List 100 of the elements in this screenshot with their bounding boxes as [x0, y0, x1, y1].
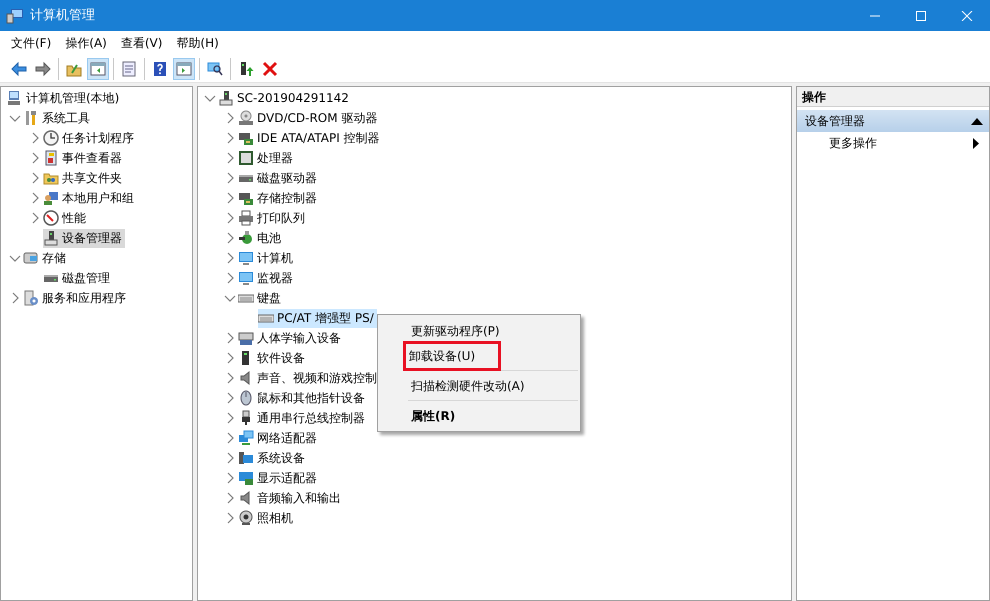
menu-item[interactable]: 文件(F) [4, 34, 58, 52]
tree-pane-icon [90, 60, 106, 76]
tree-item-label: 系统工具 [42, 110, 90, 127]
monitor-icon [238, 250, 254, 266]
monitor-icon [238, 270, 254, 286]
close-icon [961, 10, 973, 20]
menu-item[interactable]: 扫描检测硬件改动(A) [411, 376, 525, 394]
tree-item[interactable]: 显示适配器 [238, 468, 320, 488]
delete-icon [262, 60, 278, 76]
tree-item[interactable]: DVD/CD-ROM 驱动器 [238, 108, 380, 128]
tree-item-label: 服务和应用程序 [42, 290, 126, 307]
tree-item[interactable]: 网络适配器 [238, 428, 320, 448]
tree-item[interactable]: 存储 [23, 248, 69, 268]
tree-item-label: 声音、视频和游戏控制 [257, 370, 377, 387]
tree-item-label: 计算机管理(本地) [26, 90, 120, 107]
help-icon [152, 60, 168, 76]
tree-item-label: IDE ATA/ATAPI 控制器 [257, 130, 380, 147]
action-item[interactable]: 更多操作 [797, 132, 989, 154]
toolbar-button[interactable] [173, 58, 195, 80]
tree-item[interactable]: 计算机 [238, 248, 296, 268]
mouse-icon [238, 390, 254, 406]
section-title: 设备管理器 [805, 113, 865, 130]
system-device-icon [238, 450, 254, 466]
storage-icon [23, 250, 39, 266]
tree-item[interactable]: 存储控制器 [238, 188, 320, 208]
actions-header: 操作 [797, 87, 989, 107]
tree-item-label: 键盘 [257, 290, 281, 307]
submenu-arrow-icon [973, 138, 979, 148]
tools-icon [23, 110, 39, 126]
maximize-icon [915, 10, 927, 20]
tree-item[interactable]: 服务和应用程序 [23, 288, 129, 308]
tree-item-label: 本地用户和组 [62, 190, 134, 207]
tree-item[interactable]: IDE ATA/ATAPI 控制器 [238, 128, 383, 148]
tree-item-label: 通用串行总线控制器 [257, 410, 365, 427]
menu-item[interactable]: 更新驱动程序(P) [411, 322, 500, 340]
tree-item[interactable]: 计算机管理(本地) [7, 88, 122, 108]
menu-item[interactable]: 帮助(H) [169, 34, 226, 52]
disc-drive-icon [238, 110, 254, 126]
enable-device-icon [238, 60, 254, 76]
input-device-icon [238, 330, 254, 346]
computer-icon [7, 90, 23, 106]
action-pane-icon [176, 60, 192, 76]
tree-item[interactable]: 本地用户和组 [43, 188, 137, 208]
tree-item-label: 处理器 [257, 150, 293, 167]
tree-item[interactable]: 电池 [238, 228, 284, 248]
tree-item-label: 设备管理器 [62, 230, 122, 247]
tree-item-label: 音频输入和输出 [257, 490, 341, 507]
tree-item[interactable]: 磁盘管理 [43, 268, 113, 288]
tree-item-label: 监视器 [257, 270, 293, 287]
menu-item[interactable]: 查看(V) [114, 34, 170, 52]
menu-item[interactable]: 属性(R) [411, 406, 456, 424]
tree-item[interactable]: 共享文件夹 [43, 168, 125, 188]
tree-item-label: 任务计划程序 [62, 130, 134, 147]
tree-item[interactable]: SC-201904291142 [218, 88, 352, 108]
tree-item-label: 网络适配器 [257, 430, 317, 447]
tree-item[interactable]: 设备管理器 [43, 228, 125, 248]
tree-item[interactable]: 系统工具 [23, 108, 93, 128]
camera-icon [238, 510, 254, 526]
tree-item[interactable]: 性能 [43, 208, 89, 228]
tree-item-label: 存储 [42, 250, 66, 267]
action-label: 更多操作 [829, 135, 877, 152]
tree-item-label: 打印队列 [257, 210, 305, 227]
collapse-icon[interactable] [971, 118, 983, 124]
tower-icon [43, 230, 59, 246]
tree-item[interactable]: 监视器 [238, 268, 296, 288]
tree-item[interactable]: 任务计划程序 [43, 128, 137, 148]
tree-item-label: 性能 [62, 210, 86, 227]
tree-item[interactable]: 通用串行总线控制器 [238, 408, 368, 428]
tree-item-label: 系统设备 [257, 450, 305, 467]
tree-item-label: 计算机 [257, 250, 293, 267]
tree-item[interactable]: 键盘 [238, 288, 284, 308]
tree-item[interactable]: 音频输入和输出 [238, 488, 344, 508]
tree-item[interactable]: 系统设备 [238, 448, 308, 468]
display-adapter-icon [238, 470, 254, 486]
tree-item[interactable]: 声音、视频和游戏控制 [238, 368, 380, 388]
tree-item-label: 存储控制器 [257, 190, 317, 207]
window-title: 计算机管理 [30, 6, 96, 25]
tree-item-label: 共享文件夹 [62, 170, 122, 187]
actions-section-header[interactable]: 设备管理器 [797, 110, 989, 132]
tree-item-label: 显示适配器 [257, 470, 317, 487]
server-icon [23, 290, 39, 306]
tree-item[interactable]: 软件设备 [238, 348, 308, 368]
tree-item[interactable]: PC/AT 增强型 PS/ [258, 308, 377, 328]
properties-icon [121, 60, 137, 76]
menu-item[interactable]: 卸载设备(U) [406, 344, 498, 368]
tree-item[interactable]: 处理器 [238, 148, 296, 168]
tree-item[interactable]: 人体学输入设备 [238, 328, 344, 348]
controller-card-icon [238, 130, 254, 146]
tree-item[interactable]: 磁盘驱动器 [238, 168, 320, 188]
tree-item-label: 电池 [257, 230, 281, 247]
tree-item[interactable]: 打印队列 [238, 208, 308, 228]
scan-monitor-icon [207, 60, 223, 76]
tree-item-label: 磁盘管理 [62, 270, 110, 287]
tree-item[interactable]: 鼠标和其他指针设备 [238, 388, 368, 408]
toolbar-button[interactable] [87, 58, 109, 80]
tree-item[interactable]: 事件查看器 [43, 148, 125, 168]
menu-item[interactable]: 操作(A) [58, 34, 114, 52]
users-icon [43, 190, 59, 206]
gauge-icon [43, 210, 59, 226]
tree-item[interactable]: 照相机 [238, 508, 296, 528]
